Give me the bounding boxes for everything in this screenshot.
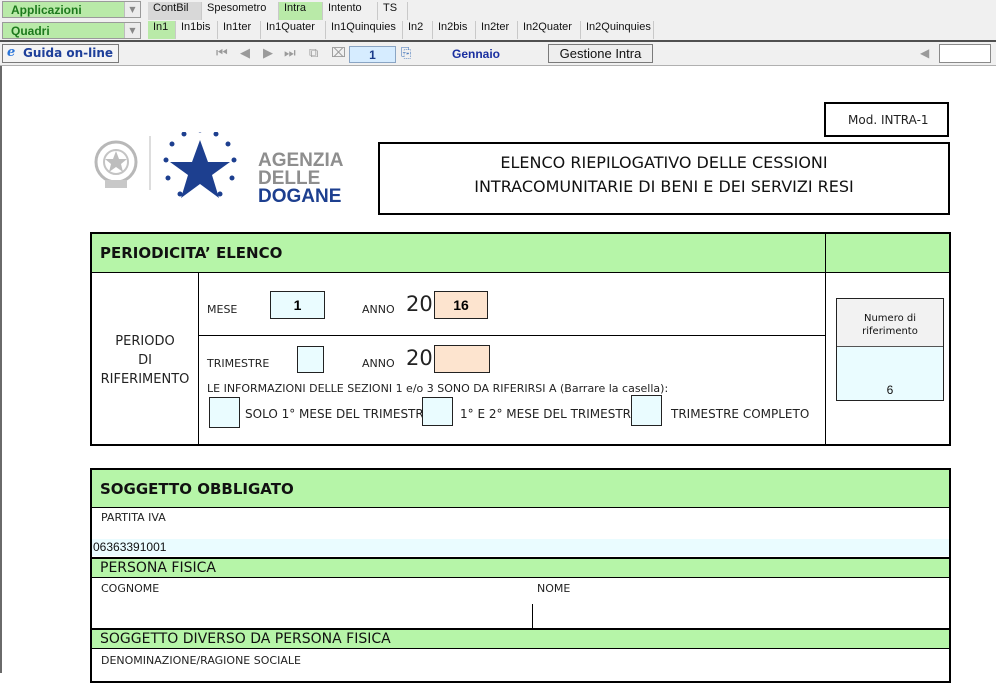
- page-number-field[interactable]: 1: [349, 46, 396, 63]
- agenzia-dogane-logo: AGENZIA DELLE DOGANE: [92, 127, 352, 210]
- opt2-label: 1° E 2° MESE DEL TRIMESTRE: [460, 407, 639, 421]
- soggetto-diverso-title: SOGGETTO DIVERSO DA PERSONA FISICA: [100, 631, 391, 647]
- periodo-line-3: RIFERIMENTO: [100, 372, 190, 387]
- form-page: Mod. INTRA-1 AGENZIA DELLE DOGANE ELENCO…: [0, 66, 996, 683]
- numero-riferimento-value[interactable]: 6: [837, 383, 943, 397]
- denominazione-label: DENOMINAZIONE/RAGIONE SOCIALE: [101, 654, 301, 667]
- numero-riferimento-label: Numero di riferimento: [837, 299, 943, 347]
- prev-page-icon[interactable]: ◀: [240, 45, 250, 63]
- tab-in1bis[interactable]: In1bis: [176, 21, 218, 39]
- tab-in2quater[interactable]: In2Quater: [518, 21, 581, 39]
- toolbar-input[interactable]: [939, 44, 991, 63]
- opt3-checkbox[interactable]: [631, 395, 662, 426]
- tab-in1[interactable]: In1: [148, 21, 176, 39]
- first-page-icon[interactable]: ⏮: [216, 45, 228, 63]
- title-line-1: ELENCO RIEPILOGATIVO DELLE CESSIONI: [500, 153, 828, 172]
- persona-fisica-header: PERSONA FISICA: [92, 557, 949, 578]
- anno-prefix: 20: [406, 292, 433, 316]
- copy-page-icon[interactable]: ⧉: [309, 45, 318, 63]
- anno2-field[interactable]: [434, 345, 490, 373]
- tab-spesometro[interactable]: Spesometro: [202, 2, 279, 20]
- quadri-dropdown[interactable]: Quadri ▼: [2, 22, 141, 39]
- opt2-checkbox[interactable]: [422, 397, 453, 426]
- help-online-label: Guida on-line: [23, 46, 114, 60]
- mese-field[interactable]: 1: [270, 291, 325, 319]
- delete-page-icon[interactable]: ⌧: [331, 45, 346, 63]
- browser-icon: e: [7, 45, 16, 60]
- opt1-checkbox[interactable]: [209, 397, 240, 428]
- partita-iva-field[interactable]: 06363391001: [92, 539, 949, 556]
- applicazioni-label: Applicazioni: [11, 3, 82, 17]
- cognome-field[interactable]: [92, 595, 532, 628]
- sub-tabs: In1 In1bis In1ter In1Quater In1Quinquies…: [148, 21, 654, 39]
- partita-iva-label: PARTITA IVA: [101, 511, 166, 524]
- opt3-label: TRIMESTRE COMPLETO: [671, 407, 810, 421]
- title-line-2: INTRACOMUNITARIE DI BENI E DEI SERVIZI R…: [474, 177, 854, 196]
- tab-in1quinquies[interactable]: In1Quinquies: [326, 21, 403, 39]
- last-page-icon[interactable]: ⏭: [284, 45, 296, 63]
- numero-riferimento-box: Numero di riferimento 6: [836, 298, 944, 401]
- anno2-prefix: 20: [406, 346, 433, 370]
- tab-in1quater[interactable]: In1Quater: [261, 21, 326, 39]
- help-online-button[interactable]: e Guida on-line: [2, 44, 119, 63]
- logo-text-dogane: DOGANE: [258, 186, 342, 207]
- anno-field[interactable]: 16: [434, 291, 488, 319]
- tab-in2ter[interactable]: In2ter: [476, 21, 518, 39]
- applicazioni-dropdown[interactable]: Applicazioni ▼: [2, 1, 141, 18]
- soggetto-title: SOGGETTO OBBLIGATO: [100, 480, 294, 498]
- anno2-label: ANNO: [362, 357, 395, 370]
- page-export-icon[interactable]: ⎘: [401, 45, 411, 63]
- title-box: ELENCO RIEPILOGATIVO DELLE CESSIONI INTR…: [378, 142, 950, 215]
- model-box: Mod. INTRA-1: [824, 102, 949, 137]
- trimestre-field[interactable]: [297, 346, 324, 373]
- next-page-icon[interactable]: ▶: [263, 45, 273, 63]
- trimestre-label: TRIMESTRE: [207, 357, 270, 370]
- tab-in2quinquies[interactable]: In2Quinquies: [581, 21, 654, 39]
- tab-in1ter[interactable]: In1ter: [218, 21, 261, 39]
- tab-contbil[interactable]: ContBil: [148, 2, 202, 20]
- tab-ts[interactable]: TS: [378, 2, 408, 20]
- mese-label: MESE: [207, 303, 238, 316]
- divider: [198, 273, 199, 444]
- soggetto-header: SOGGETTO OBBLIGATO: [92, 470, 949, 508]
- gestione-intra-button[interactable]: Gestione Intra: [548, 44, 653, 63]
- nome-field[interactable]: [533, 595, 949, 628]
- scroll-left-icon[interactable]: ◀: [920, 46, 929, 60]
- cognome-label: COGNOME: [101, 582, 160, 595]
- model-label: Mod. INTRA-1: [848, 113, 929, 127]
- divider: [199, 335, 825, 336]
- periodicita-header-right: [826, 234, 949, 272]
- periodicita-title: PERIODICITA’ ELENCO: [100, 244, 283, 262]
- top-tabs: ContBil Spesometro Intra Intento TS: [148, 2, 408, 20]
- chevron-down-icon[interactable]: ▼: [124, 23, 140, 38]
- top-bar: Applicazioni ▼ Quadri ▼ ContBil Spesomet…: [0, 0, 996, 42]
- periodicita-header: PERIODICITA’ ELENCO: [92, 234, 825, 272]
- anno-label: ANNO: [362, 303, 395, 316]
- tab-intra[interactable]: Intra: [279, 2, 323, 20]
- divider: [92, 272, 949, 273]
- tab-intento[interactable]: Intento: [323, 2, 378, 20]
- quadri-label: Quadri: [11, 24, 50, 38]
- tab-in2bis[interactable]: In2bis: [433, 21, 476, 39]
- periodo-label: PERIODO DI RIFERIMENTO: [92, 332, 198, 389]
- divider: [825, 234, 826, 444]
- chevron-down-icon[interactable]: ▼: [124, 2, 140, 17]
- persona-fisica-title: PERSONA FISICA: [100, 560, 216, 576]
- month-label: Gennaio: [452, 47, 501, 61]
- nome-label: NOME: [537, 582, 571, 595]
- periodo-line-2: DI: [138, 353, 152, 368]
- info-text: LE INFORMAZIONI DELLE SEZIONI 1 e/o 3 SO…: [207, 382, 669, 395]
- periodo-line-1: PERIODO: [115, 334, 175, 349]
- tab-in2[interactable]: In2: [403, 21, 433, 39]
- soggetto-diverso-header: SOGGETTO DIVERSO DA PERSONA FISICA: [92, 628, 949, 649]
- opt1-label: SOLO 1° MESE DEL TRIMESTRE: [245, 407, 432, 421]
